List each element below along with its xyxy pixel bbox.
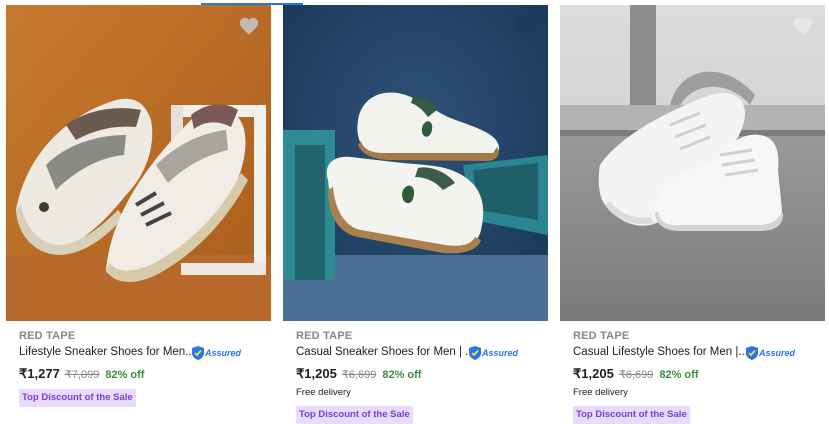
product-card[interactable]: RED TAPE Lifestyle Sneaker Shoes for Men… xyxy=(6,5,271,422)
discount-percent: 82% off xyxy=(382,369,422,381)
product-title[interactable]: Casual Lifestyle Shoes for Men |... xyxy=(573,346,748,358)
assured-label: Assured xyxy=(759,348,796,358)
brand-name: RED TAPE xyxy=(573,330,630,342)
brand-name: RED TAPE xyxy=(296,330,353,342)
original-price: ₹7,099 xyxy=(64,369,100,381)
assured-label: Assured xyxy=(205,348,242,358)
offer-tag: Top Discount of the Sale xyxy=(296,406,413,424)
heart-icon[interactable] xyxy=(792,15,814,37)
delivery-info: Free delivery xyxy=(296,387,351,398)
offer-tag: Top Discount of the Sale xyxy=(573,406,690,424)
product-title[interactable]: Casual Sneaker Shoes for Men | ... xyxy=(296,346,475,358)
product-card[interactable]: RED TAPE Casual Lifestyle Shoes for Men … xyxy=(560,5,825,424)
selling-price: ₹1,205 xyxy=(573,366,614,381)
brand-name: RED TAPE xyxy=(19,330,76,342)
product-title[interactable]: Lifestyle Sneaker Shoes for Men... xyxy=(19,346,195,358)
delivery-info: Free delivery xyxy=(573,387,628,398)
price-row: ₹1,205 ₹6,699 82% off xyxy=(573,366,698,382)
product-image[interactable] xyxy=(560,5,825,321)
offer-tag: Top Discount of the Sale xyxy=(19,389,136,407)
shield-icon xyxy=(192,346,204,360)
selling-price: ₹1,277 xyxy=(19,366,60,381)
assured-label: Assured xyxy=(482,348,519,358)
assured-badge: Assured xyxy=(192,345,241,361)
assured-badge: Assured xyxy=(469,345,518,361)
assured-badge: Assured xyxy=(746,345,795,361)
discount-percent: 82% off xyxy=(659,369,699,381)
selling-price: ₹1,205 xyxy=(296,366,337,381)
price-row: ₹1,277 ₹7,099 82% off xyxy=(19,366,144,382)
product-image[interactable] xyxy=(6,5,271,321)
price-row: ₹1,205 ₹6,699 82% off xyxy=(296,366,421,382)
shield-icon xyxy=(469,346,481,360)
heart-icon[interactable] xyxy=(515,15,537,37)
original-price: ₹6,699 xyxy=(618,369,654,381)
product-image[interactable] xyxy=(283,5,548,321)
shield-icon xyxy=(746,346,758,360)
heart-icon[interactable] xyxy=(238,15,260,37)
product-card[interactable]: RED TAPE Casual Sneaker Shoes for Men | … xyxy=(283,5,548,424)
discount-percent: 82% off xyxy=(105,369,145,381)
original-price: ₹6,699 xyxy=(341,369,377,381)
